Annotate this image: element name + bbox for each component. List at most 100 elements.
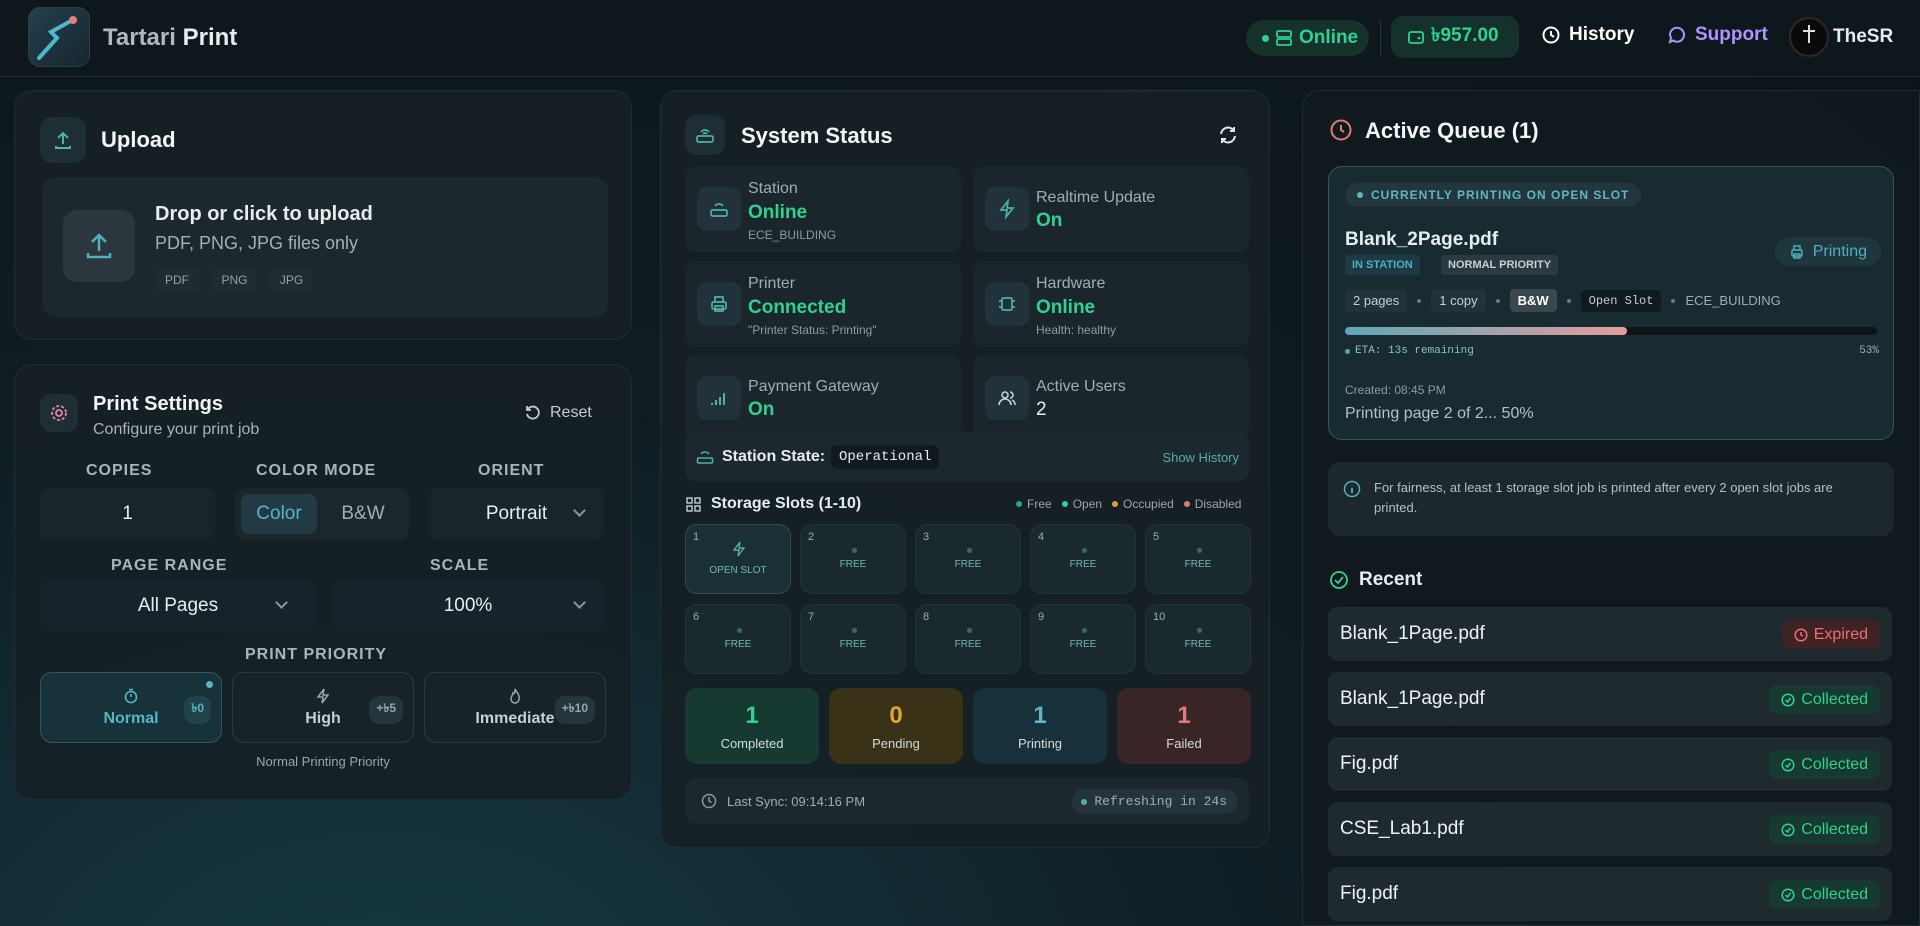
check-circle-icon xyxy=(1781,692,1795,707)
status-dot xyxy=(1357,192,1363,198)
support-link[interactable]: Support xyxy=(1667,24,1768,46)
format-tag-pdf: PDF xyxy=(155,268,199,292)
history-link[interactable]: History xyxy=(1541,24,1634,46)
slot-dot xyxy=(1197,548,1202,553)
status-dot xyxy=(1081,799,1088,805)
storage-slot[interactable]: 8 FREE xyxy=(915,604,1021,674)
upload-dropzone[interactable]: Drop or click to upload PDF, PNG, JPG fi… xyxy=(42,177,608,317)
storage-slot[interactable]: 10 FREE xyxy=(1145,604,1251,674)
username[interactable]: TheSR xyxy=(1833,26,1893,48)
page-range-select[interactable]: All Pages xyxy=(40,580,316,632)
slot-number: 10 xyxy=(1153,611,1166,623)
progress-percent: 53% xyxy=(1859,345,1879,357)
job-chip: ECE_BUILDING xyxy=(1685,293,1781,308)
priority-normal-button[interactable]: Normal ৳0 xyxy=(40,672,222,743)
users-icon xyxy=(985,376,1029,420)
clock-icon xyxy=(1330,119,1352,141)
recent-file-name: Blank_1Page.pdf xyxy=(1340,623,1485,644)
storage-slot[interactable]: 9 FREE xyxy=(1030,604,1136,674)
counter-printing: 1 Printing xyxy=(973,688,1107,764)
slot-dot xyxy=(852,628,857,633)
slot-number: 9 xyxy=(1038,611,1045,623)
divider xyxy=(1380,20,1381,56)
status-card-label: Payment Gateway xyxy=(748,378,879,395)
dropzone-title: Drop or click to upload xyxy=(155,203,373,225)
slot-number: 6 xyxy=(693,611,700,623)
status-card: Printer Connected "Printer Status: Printin… xyxy=(685,261,961,347)
flame-icon xyxy=(510,688,520,704)
storage-slot[interactable]: 7 FREE xyxy=(800,604,906,674)
storage-slot[interactable]: 1 OPEN SLOT xyxy=(685,524,791,594)
slot-dot xyxy=(967,548,972,553)
recent-item[interactable]: Blank_1Page.pdf Collected xyxy=(1328,672,1892,726)
show-history-link[interactable]: Show History xyxy=(1162,450,1239,465)
eta-text: ETA: 13s remaining xyxy=(1345,345,1474,357)
chip-icon xyxy=(985,282,1029,326)
lightning-icon xyxy=(985,187,1029,231)
chevron-down-icon xyxy=(573,596,586,609)
legend-dot xyxy=(1016,501,1022,507)
legend-dot xyxy=(1112,501,1119,507)
refresh-countdown: Refreshing in 24s xyxy=(1072,789,1237,814)
check-circle-icon xyxy=(1330,571,1348,589)
reset-button[interactable]: Reset xyxy=(524,404,592,422)
storage-slot[interactable]: 6 FREE xyxy=(685,604,791,674)
info-icon xyxy=(1343,480,1361,498)
priority-high-button[interactable]: High +৳5 xyxy=(232,672,414,743)
job-file-name: Blank_2Page.pdf xyxy=(1345,229,1499,250)
slot-number: 2 xyxy=(808,531,815,543)
upload-icon xyxy=(40,117,86,163)
copies-input[interactable]: 1 xyxy=(40,488,215,540)
status-card: Station Online ECE_BUILDING xyxy=(685,166,961,252)
print-settings-subtitle: Configure your print job xyxy=(93,421,260,438)
status-card-detail: "Printer Status: Printing" xyxy=(748,323,877,337)
recent-title: Recent xyxy=(1359,569,1423,590)
slot-dot xyxy=(1082,628,1087,633)
counter-label: Printing xyxy=(1017,735,1063,751)
scale-select[interactable]: 100% xyxy=(332,580,604,632)
clock-icon xyxy=(1794,627,1808,642)
storage-slot[interactable]: 4 FREE xyxy=(1030,524,1136,594)
router-icon xyxy=(685,115,725,155)
upload-panel: Upload Drop or click to upload PDF, PNG,… xyxy=(14,90,632,340)
slot-dot xyxy=(737,628,742,633)
counter-label: Pending xyxy=(872,735,920,751)
color-option[interactable]: Color xyxy=(241,494,317,534)
slot-status: OPEN SLOT xyxy=(709,565,767,576)
bw-option[interactable]: B&W xyxy=(323,494,403,534)
counter-value: 1 xyxy=(1177,701,1191,729)
priority-immediate-button[interactable]: Immediate +৳10 xyxy=(424,672,606,743)
storage-slot[interactable]: 3 FREE xyxy=(915,524,1021,594)
recent-file-name: CSE_Lab1.pdf xyxy=(1340,818,1464,839)
recent-item[interactable]: Blank_1Page.pdf Expired xyxy=(1328,607,1892,661)
printing-message: Printing page 2 of 2... 50% xyxy=(1345,405,1534,422)
recent-item[interactable]: CSE_Lab1.pdf Collected xyxy=(1328,802,1892,856)
refresh-icon[interactable] xyxy=(1217,124,1239,151)
system-status-title: System Status xyxy=(741,123,893,148)
recent-item[interactable]: Fig.pdf Collected xyxy=(1328,867,1892,921)
counter-label: Failed xyxy=(1166,735,1202,751)
slot-dot xyxy=(852,548,857,553)
slot-dot xyxy=(967,628,972,633)
format-tag-jpg: JPG xyxy=(269,268,314,292)
scale-label: SCALE xyxy=(430,557,490,574)
avatar[interactable] xyxy=(1789,17,1829,57)
server-icon xyxy=(1276,30,1292,46)
slot-status: FREE xyxy=(1069,639,1097,650)
app-logo[interactable] xyxy=(28,7,90,67)
copies-label: COPIES xyxy=(86,462,153,479)
job-chip: Open Slot xyxy=(1580,289,1662,312)
orientation-select[interactable]: Portrait xyxy=(429,488,604,540)
dropzone-subtitle: PDF, PNG, JPG files only xyxy=(155,233,359,253)
legend-item: Occupied xyxy=(1112,497,1174,511)
history-icon xyxy=(1542,26,1560,44)
storage-slot[interactable]: 5 FREE xyxy=(1145,524,1251,594)
storage-slot[interactable]: 2 FREE xyxy=(800,524,906,594)
recent-item[interactable]: Fig.pdf Collected xyxy=(1328,737,1892,791)
created-time: Created: 08:45 PM xyxy=(1345,383,1446,397)
chevron-down-icon xyxy=(573,504,586,517)
slot-dot xyxy=(1082,548,1087,553)
balance-button[interactable]: ৳957.00 xyxy=(1391,16,1519,58)
counter-value: 0 xyxy=(889,701,903,729)
priority-note: Normal Printing Priority xyxy=(256,754,390,769)
